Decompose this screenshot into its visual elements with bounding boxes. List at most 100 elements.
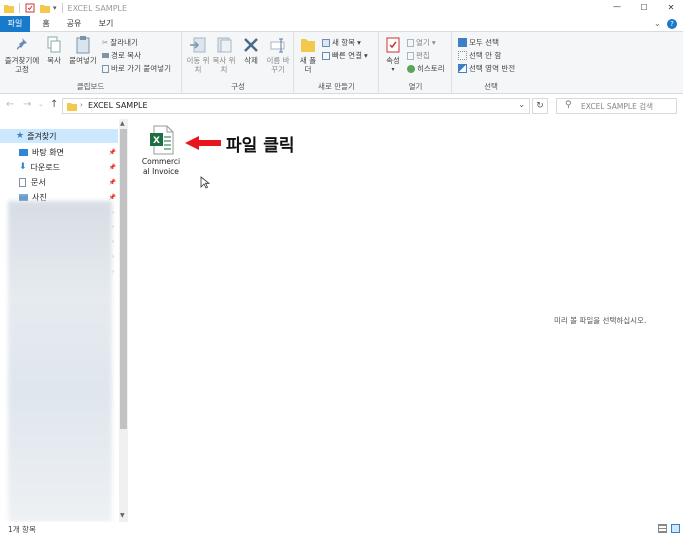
easy-access-button[interactable]: 빠른 연결 ▾ — [322, 50, 368, 61]
copy-to-button[interactable]: 복사 위치 — [211, 36, 237, 74]
organize-group: 이동 위치 복사 위치 삭제 이름 바꾸기 구성 — [183, 32, 294, 94]
copy-path-button[interactable]: 경로 복사 — [102, 50, 141, 61]
annotation-arrow-icon — [185, 136, 221, 150]
details-view-icon[interactable] — [658, 524, 667, 533]
select-none-icon — [458, 51, 467, 60]
download-icon: ⬇ — [19, 162, 27, 172]
scissors-icon: ✂ — [102, 38, 109, 47]
new-item-label: 새 항목 — [332, 38, 356, 47]
address-bar[interactable]: › EXCEL SAMPLE ⌄ — [62, 98, 530, 114]
scroll-down-icon[interactable]: ▼ — [120, 512, 125, 519]
tab-view[interactable]: 보기 — [94, 16, 118, 32]
forward-button[interactable]: → — [23, 99, 31, 110]
shortcut-icon — [102, 64, 109, 73]
document-icon — [19, 177, 26, 187]
history-icon — [407, 64, 415, 73]
picture-icon — [19, 193, 28, 201]
annotation-label: 파일 클릭 — [226, 136, 295, 156]
copy-to-icon — [217, 37, 232, 53]
paste-button[interactable]: 붙여넣기 — [66, 36, 100, 65]
quick-access-toolbar: ▾ EXCEL SAMPLE — [4, 2, 127, 14]
easy-access-icon — [322, 51, 330, 60]
pin-button[interactable]: 즐겨찾기에 고정 — [2, 36, 42, 74]
pin-icon[interactable]: 📌 — [109, 164, 116, 171]
select-none-button[interactable]: 선택 안 함 — [458, 50, 501, 61]
ribbon-tabs: 파일 홈 공유 보기 ⌄ ? — [0, 16, 683, 32]
large-icons-view-icon[interactable] — [671, 524, 680, 533]
help-icon[interactable]: ? — [667, 19, 677, 29]
new-group-label: 새로 만들기 — [318, 82, 355, 91]
svg-text:X: X — [153, 136, 160, 146]
easy-access-label: 빠른 연결 — [332, 51, 362, 60]
nav-item-desktop[interactable]: 바탕 화면 📌 — [0, 145, 118, 159]
preview-pane-message: 미리 볼 파일을 선택하십시오. — [554, 316, 647, 325]
delete-button[interactable]: 삭제 — [239, 36, 263, 65]
nav-item-documents[interactable]: 문서 📌 — [0, 175, 118, 189]
address-dropdown-icon[interactable]: ⌄ — [518, 100, 525, 109]
search-box[interactable]: ⚲ EXCEL SAMPLE 검색 — [556, 98, 677, 114]
tab-file[interactable]: 파일 — [0, 16, 30, 32]
new-folder-button[interactable]: 새 폴더 — [297, 36, 319, 74]
open-dropdown-icon: ▾ — [431, 38, 436, 47]
pin-icon[interactable]: 📌 — [109, 194, 116, 201]
invert-selection-button[interactable]: 선택 영역 반전 — [458, 63, 515, 74]
scroll-thumb[interactable] — [120, 129, 127, 429]
file-item[interactable]: X Commerci al Invoice — [138, 125, 184, 177]
new-folder-label: 새 폴더 — [299, 56, 317, 74]
folder-icon — [4, 4, 14, 13]
new-item-button[interactable]: 새 항목 ▾ — [322, 37, 361, 48]
pin-icon[interactable]: › — [112, 210, 114, 216]
history-button[interactable]: 히스토리 — [407, 63, 445, 74]
properties-dropdown-icon: ▾ — [391, 66, 395, 73]
clipboard-group-label: 클립보드 — [76, 82, 105, 91]
rename-button[interactable]: 이름 바꾸기 — [264, 36, 292, 74]
pin-icon[interactable]: › — [112, 254, 114, 260]
cut-button[interactable]: ✂ 잘라내기 — [102, 37, 138, 48]
edit-button[interactable]: 편집 — [407, 50, 430, 61]
recent-dropdown-icon[interactable]: ⌄ — [38, 100, 44, 108]
minimize-button[interactable]: — — [605, 0, 629, 16]
nav-quick-access[interactable]: ★ 즐겨찾기 — [0, 129, 118, 143]
blurred-nav-region — [8, 201, 112, 522]
open-button[interactable]: 열기 ▾ — [407, 37, 436, 48]
nav-item-label: 문서 — [31, 177, 46, 187]
delete-label: 삭제 — [244, 56, 258, 65]
new-folder-icon[interactable] — [40, 4, 50, 13]
open-group-label: 열기 — [408, 82, 423, 91]
invert-selection-icon — [458, 64, 467, 73]
pin-icon[interactable]: › — [112, 269, 114, 275]
address-path[interactable]: EXCEL SAMPLE — [88, 101, 148, 110]
tab-home[interactable]: 홈 — [38, 16, 54, 32]
invert-selection-label: 선택 영역 반전 — [469, 64, 516, 73]
pin-icon[interactable]: 📌 — [109, 149, 116, 156]
copy-label: 복사 — [47, 56, 61, 65]
properties-button[interactable]: 속성 ▾ — [382, 36, 404, 74]
tab-share[interactable]: 공유 — [62, 16, 86, 32]
properties-big-icon — [386, 37, 400, 53]
select-all-button[interactable]: 모두 선택 — [458, 37, 499, 48]
nav-scrollbar[interactable]: ▲ ▼ — [119, 119, 128, 522]
refresh-button[interactable]: ↻ — [532, 98, 548, 114]
nav-item-label: 바탕 화면 — [32, 147, 64, 157]
cut-label: 잘라내기 — [110, 38, 138, 47]
qa-dropdown-icon[interactable]: ▾ — [53, 4, 57, 12]
back-button[interactable]: ← — [6, 99, 14, 110]
pin-icon[interactable]: › — [112, 224, 114, 230]
pin-icon[interactable]: 📌 — [109, 179, 116, 186]
scroll-up-icon[interactable]: ▲ — [120, 120, 125, 127]
move-to-button[interactable]: 이동 위치 — [185, 36, 211, 74]
maximize-button[interactable]: ☐ — [632, 0, 656, 16]
desktop-icon — [19, 148, 28, 156]
properties-icon[interactable] — [25, 3, 35, 13]
copy-button[interactable]: 복사 — [43, 36, 65, 65]
properties-label: 속성 — [386, 56, 400, 65]
clipboard-group: 즐겨찾기에 고정 복사 붙여넣기 ✂ 잘라내기 경로 복사 바로 가기 붙여넣기 … — [0, 32, 182, 94]
copy-path-icon — [102, 53, 109, 58]
ribbon-expand-icon[interactable]: ⌄ — [654, 19, 661, 28]
paste-shortcut-button[interactable]: 바로 가기 붙여넣기 — [102, 63, 171, 74]
organize-group-label: 구성 — [231, 82, 245, 91]
close-button[interactable]: ✕ — [659, 0, 683, 16]
up-button[interactable]: ↑ — [50, 99, 58, 110]
nav-item-downloads[interactable]: ⬇ 다운로드 📌 — [0, 160, 118, 174]
pin-icon[interactable]: › — [112, 239, 114, 245]
